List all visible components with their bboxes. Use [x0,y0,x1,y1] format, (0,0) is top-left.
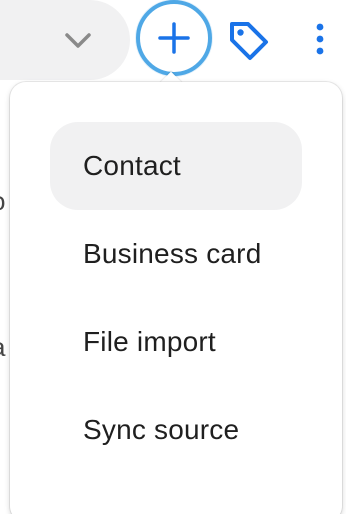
menu-item-business-card[interactable]: Business card [50,210,302,298]
chevron-down-icon [65,33,91,48]
menu-item-label: Sync source [83,414,240,445]
more-vertical-icon [316,23,324,55]
app-screen: o a Contact Business card File import Sy… [0,0,346,514]
expand-button[interactable] [56,18,100,62]
menu-item-file-import[interactable]: File import [50,298,302,386]
add-button[interactable] [136,0,212,76]
add-menu: Contact Business card File import Sync s… [10,82,342,514]
menu-item-label: Business card [83,238,262,269]
labels-button[interactable] [220,12,276,68]
plus-icon [158,22,190,54]
background-text-fragment: o [0,186,5,217]
tag-icon [230,22,268,60]
background-text-fragment: a [0,332,5,363]
menu-item-label: Contact [83,150,181,181]
menu-item-sync-source[interactable]: Sync source [50,386,302,474]
menu-item-contact[interactable]: Contact [50,122,302,210]
menu-item-label: File import [83,326,216,357]
more-options-button[interactable] [300,14,340,64]
